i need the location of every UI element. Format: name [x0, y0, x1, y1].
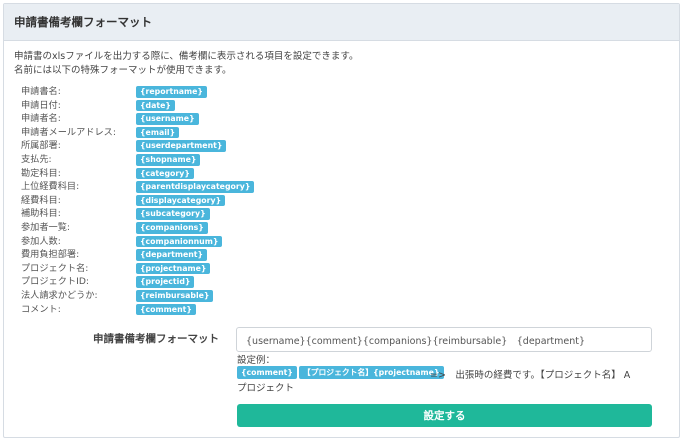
field-tag: {category} [136, 167, 194, 180]
field-tag: {comment} [136, 303, 196, 316]
field-tag: {shopname} [136, 153, 201, 166]
format-input[interactable] [236, 327, 652, 352]
example-result-continued: プロジェクト [237, 383, 295, 394]
description-line-2: 名前には以下の特殊フォーマットが使用できます。 [14, 65, 232, 76]
field-label: プロジェクト名: [21, 262, 89, 274]
field-tag: {projectid} [136, 276, 195, 288]
field-label: 申請日付: [21, 99, 61, 111]
field-tag: {reportname} [136, 86, 207, 98]
format-input-label: 申請書備考欄フォーマット [93, 333, 219, 345]
submit-button[interactable]: 設定する [237, 404, 652, 427]
field-label: 申請書名: [21, 86, 61, 97]
field-label: コメント: [21, 303, 61, 315]
example-tags: {comment} 【プロジェクト名】{projectname} [237, 366, 444, 379]
field-label: 費用負担部署: [21, 249, 80, 261]
field-tag: {parentdisplaycategory} [136, 181, 255, 193]
field-tag: {date} [136, 99, 175, 112]
example-label: 設定例： [237, 355, 276, 366]
field-tag: {department} [136, 249, 208, 261]
field-label: プロジェクトID: [21, 276, 90, 288]
description-line-1: 申請書のxlsファイルを出力する際に、備考欄に表示される項目を設定できます。 [14, 51, 359, 62]
panel-title: 申請書備考欄フォーマット [14, 15, 152, 29]
example-tag-comment: {comment} [237, 366, 297, 379]
description: 申請書のxlsファイルを出力する際に、備考欄に表示される項目を設定できます。 名… [14, 50, 358, 78]
field-label: 参加人数: [21, 235, 61, 247]
field-tag: {displaycategory} [136, 194, 226, 207]
field-label: 申請者名: [21, 113, 61, 125]
field-label: 法人請求かどうか: [21, 289, 98, 301]
field-tag: {userdepartment} [136, 140, 227, 152]
field-label: 申請者メールアドレス: [21, 126, 116, 138]
example-tag-projectname: 【プロジェクト名】{projectname} [298, 366, 444, 379]
field-label: 所属部署: [21, 140, 61, 152]
field-label: 上位経費科目: [21, 181, 80, 193]
field-tag: {username} [136, 113, 199, 125]
field-label: 経費科目: [21, 194, 61, 206]
field-tag: {reimbursable} [136, 289, 214, 302]
panel-header: 申請書備考欄フォーマット [4, 4, 679, 41]
field-tag: {email} [136, 126, 180, 139]
example-result: => 出張時の経費です。【プロジェクト名】 A [430, 370, 631, 381]
field-label: 支払先: [21, 153, 52, 165]
field-label: 参加者一覧: [21, 221, 71, 233]
field-tag: {companions} [136, 221, 208, 234]
field-tag: {subcategory} [136, 208, 210, 220]
field-label: 勘定科目: [21, 167, 61, 179]
field-tag: {companionnum} [136, 235, 223, 248]
field-label: 補助科目: [21, 208, 61, 220]
field-tag: {projectname} [136, 262, 211, 275]
